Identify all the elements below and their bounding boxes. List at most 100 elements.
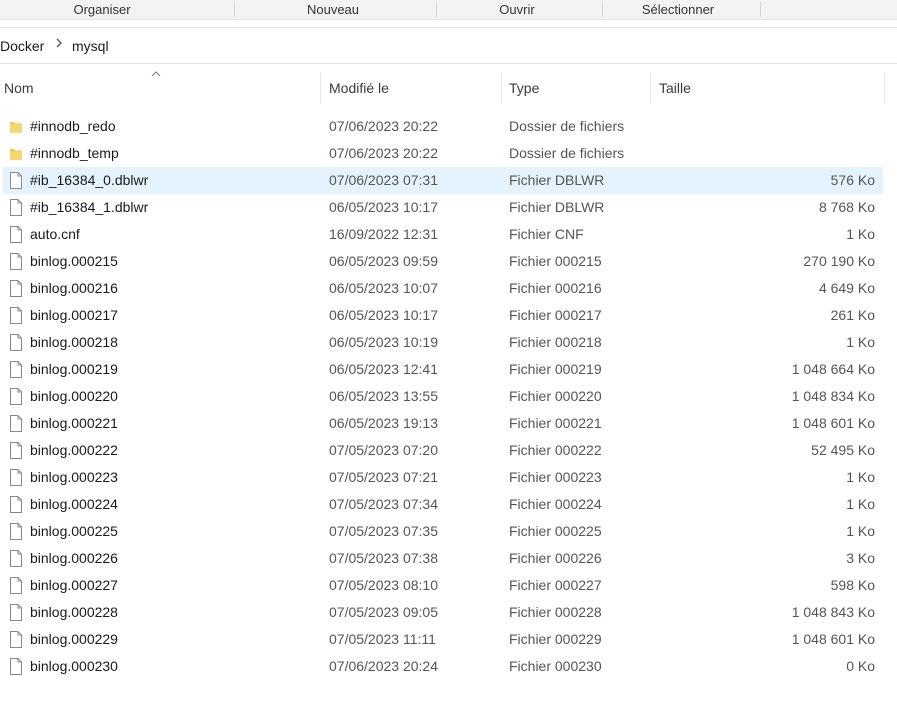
file-modified: 07/05/2023 07:38 (329, 550, 438, 566)
chevron-right-icon[interactable] (55, 36, 63, 53)
file-type: Fichier DBLWR (509, 172, 605, 188)
file-row[interactable]: binlog.000217 06/05/2023 10:17 Fichier 000… (3, 302, 883, 329)
file-name: binlog.000228 (30, 604, 118, 620)
file-modified: 06/05/2023 12:41 (329, 361, 438, 377)
file-type: Fichier 000218 (509, 334, 602, 350)
file-name: binlog.000223 (30, 469, 118, 485)
file-icon (9, 253, 23, 270)
file-icon (9, 226, 23, 243)
file-size: 1 048 843 Ko (791, 604, 875, 620)
file-icon (9, 550, 23, 567)
file-size: 3 Ko (846, 550, 875, 566)
file-row[interactable]: binlog.000227 07/05/2023 08:10 Fichier 000… (3, 572, 883, 599)
selectionner-button[interactable]: Sélectionner (616, 0, 740, 19)
file-size: 52 495 Ko (811, 442, 875, 458)
column-divider[interactable] (884, 72, 885, 104)
file-size: 1 048 664 Ko (791, 361, 875, 377)
file-row[interactable]: binlog.000220 06/05/2023 13:55 Fichier 000… (3, 383, 883, 410)
file-type: Fichier 000225 (509, 523, 602, 539)
address-bar[interactable]: Docker mysql (0, 27, 897, 64)
file-modified: 07/05/2023 07:20 (329, 442, 438, 458)
column-type[interactable]: Type (509, 72, 539, 104)
file-type: Fichier 000227 (509, 577, 602, 593)
file-type: Fichier 000224 (509, 496, 602, 512)
file-name: binlog.000227 (30, 577, 118, 593)
ribbon-divider (602, 2, 603, 17)
file-row[interactable]: #innodb_temp 07/06/2023 20:22 Dossier de f… (3, 140, 883, 167)
file-row[interactable]: binlog.000216 06/05/2023 10:07 Fichier 000… (3, 275, 883, 302)
file-modified: 07/05/2023 11:11 (329, 631, 436, 647)
file-row[interactable]: binlog.000229 07/05/2023 11:11 Fichier 000… (3, 626, 883, 653)
file-row[interactable]: auto.cnf 16/09/2022 12:31 Fichier CNF 1 Ko (3, 221, 883, 248)
organiser-button[interactable]: Organiser (40, 0, 164, 19)
file-modified: 07/05/2023 09:05 (329, 604, 438, 620)
file-modified: 07/05/2023 07:21 (329, 469, 438, 485)
file-name: binlog.000224 (30, 496, 118, 512)
file-list: #innodb_redo 07/06/2023 20:22 Dossier de f… (0, 113, 897, 680)
breadcrumb-docker[interactable]: Docker (0, 38, 44, 54)
ouvrir-button[interactable]: Ouvrir (455, 0, 579, 19)
file-row[interactable]: binlog.000223 07/05/2023 07:21 Fichier 000… (3, 464, 883, 491)
file-row[interactable]: binlog.000221 06/05/2023 19:13 Fichier 000… (3, 410, 883, 437)
column-divider[interactable] (320, 72, 321, 104)
file-icon (9, 172, 23, 189)
file-name: #ib_16384_1.dblwr (30, 199, 149, 215)
file-name: binlog.000222 (30, 442, 118, 458)
file-modified: 06/05/2023 13:55 (329, 388, 438, 404)
file-row[interactable]: binlog.000225 07/05/2023 07:35 Fichier 000… (3, 518, 883, 545)
file-icon (9, 631, 23, 648)
file-row[interactable]: #innodb_redo 07/06/2023 20:22 Dossier de f… (3, 113, 883, 140)
column-divider[interactable] (501, 72, 502, 104)
file-icon (9, 523, 23, 540)
file-icon (9, 415, 23, 432)
file-type: Fichier 000229 (509, 631, 602, 647)
ribbon-divider (760, 2, 761, 17)
file-icon (9, 307, 23, 324)
file-size: 8 768 Ko (818, 199, 875, 215)
column-name[interactable]: Nom (4, 72, 34, 104)
file-size: 4 649 Ko (818, 280, 875, 296)
file-size: 1 048 601 Ko (791, 631, 875, 647)
file-size: 598 Ko (830, 577, 875, 593)
file-size: 1 048 601 Ko (791, 415, 875, 431)
file-type: Dossier de fichiers (509, 118, 625, 134)
file-size: 1 048 834 Ko (791, 388, 875, 404)
breadcrumb-mysql[interactable]: mysql (72, 38, 109, 54)
file-row[interactable]: binlog.000230 07/06/2023 20:24 Fichier 000… (3, 653, 883, 680)
column-modified[interactable]: Modifié le (329, 72, 389, 104)
file-name: binlog.000221 (30, 415, 118, 431)
file-name: binlog.000226 (30, 550, 118, 566)
file-icon (9, 442, 23, 459)
file-icon (9, 199, 23, 216)
file-modified: 06/05/2023 19:13 (329, 415, 438, 431)
file-row[interactable]: binlog.000215 06/05/2023 09:59 Fichier 000… (3, 248, 883, 275)
ribbon-divider (436, 2, 437, 17)
file-icon (9, 469, 23, 486)
file-row[interactable]: binlog.000218 06/05/2023 10:19 Fichier 000… (3, 329, 883, 356)
file-name: binlog.000218 (30, 334, 118, 350)
file-row[interactable]: binlog.000222 07/05/2023 07:20 Fichier 000… (3, 437, 883, 464)
file-row[interactable]: #ib_16384_0.dblwr 07/06/2023 07:31 Fichier… (3, 167, 883, 194)
file-modified: 07/06/2023 20:22 (329, 118, 438, 134)
file-type: Fichier 000222 (509, 442, 602, 458)
file-modified: 07/05/2023 07:34 (329, 496, 438, 512)
file-name: auto.cnf (30, 226, 80, 242)
file-size: 1 Ko (846, 523, 875, 539)
nouveau-button[interactable]: Nouveau (271, 0, 395, 19)
file-modified: 07/05/2023 08:10 (329, 577, 438, 593)
file-row[interactable]: binlog.000226 07/05/2023 07:38 Fichier 000… (3, 545, 883, 572)
file-row[interactable]: binlog.000224 07/05/2023 07:34 Fichier 000… (3, 491, 883, 518)
file-icon (9, 361, 23, 378)
file-size: 270 190 Ko (803, 253, 875, 269)
file-row[interactable]: binlog.000219 06/05/2023 12:41 Fichier 000… (3, 356, 883, 383)
file-row[interactable]: #ib_16384_1.dblwr 06/05/2023 10:17 Fichier… (3, 194, 883, 221)
file-type: Fichier 000221 (509, 415, 602, 431)
file-row[interactable]: binlog.000228 07/05/2023 09:05 Fichier 000… (3, 599, 883, 626)
file-modified: 16/09/2022 12:31 (329, 226, 438, 242)
file-icon (9, 388, 23, 405)
file-name: #innodb_redo (30, 118, 116, 134)
ribbon-divider (234, 2, 235, 17)
column-size[interactable]: Taille (659, 72, 691, 104)
file-size: 1 Ko (846, 469, 875, 485)
column-divider[interactable] (650, 72, 651, 104)
